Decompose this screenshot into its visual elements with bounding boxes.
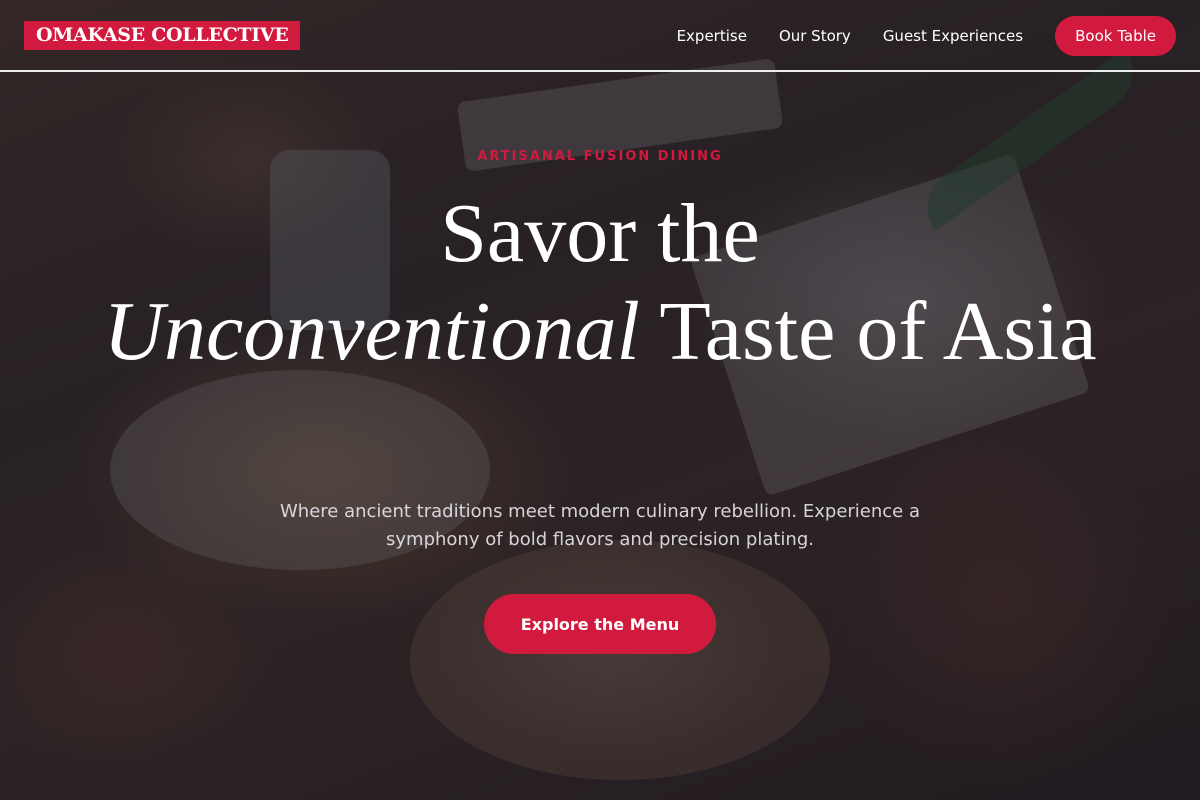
hero-subtext: Where ancient traditions meet modern cul… <box>280 501 920 550</box>
hero-overlay <box>0 0 1200 800</box>
hero-section: OMAKASE COLLECTIVE Expertise Our Story G… <box>0 0 1200 800</box>
nav-link-expertise[interactable]: Expertise <box>677 27 747 45</box>
nav-link-guest-experiences[interactable]: Guest Experiences <box>883 27 1023 45</box>
explore-menu-button[interactable]: Explore the Menu <box>484 594 716 654</box>
site-header: OMAKASE COLLECTIVE Expertise Our Story G… <box>0 0 1200 72</box>
brand-logo[interactable]: OMAKASE COLLECTIVE <box>24 21 301 50</box>
headline-part-1: Savor the <box>440 187 760 280</box>
hero-headline: Savor the Unconventional Taste of Asia <box>100 185 1100 381</box>
hero-eyebrow: ARTISANAL FUSION DINING <box>477 149 723 164</box>
headline-italic: Unconventional <box>103 285 640 378</box>
headline-part-2: Taste of Asia <box>659 285 1097 378</box>
book-table-button[interactable]: Book Table <box>1055 16 1176 56</box>
main-nav: Expertise Our Story Guest Experiences Bo… <box>677 16 1176 56</box>
nav-link-our-story[interactable]: Our Story <box>779 27 851 45</box>
